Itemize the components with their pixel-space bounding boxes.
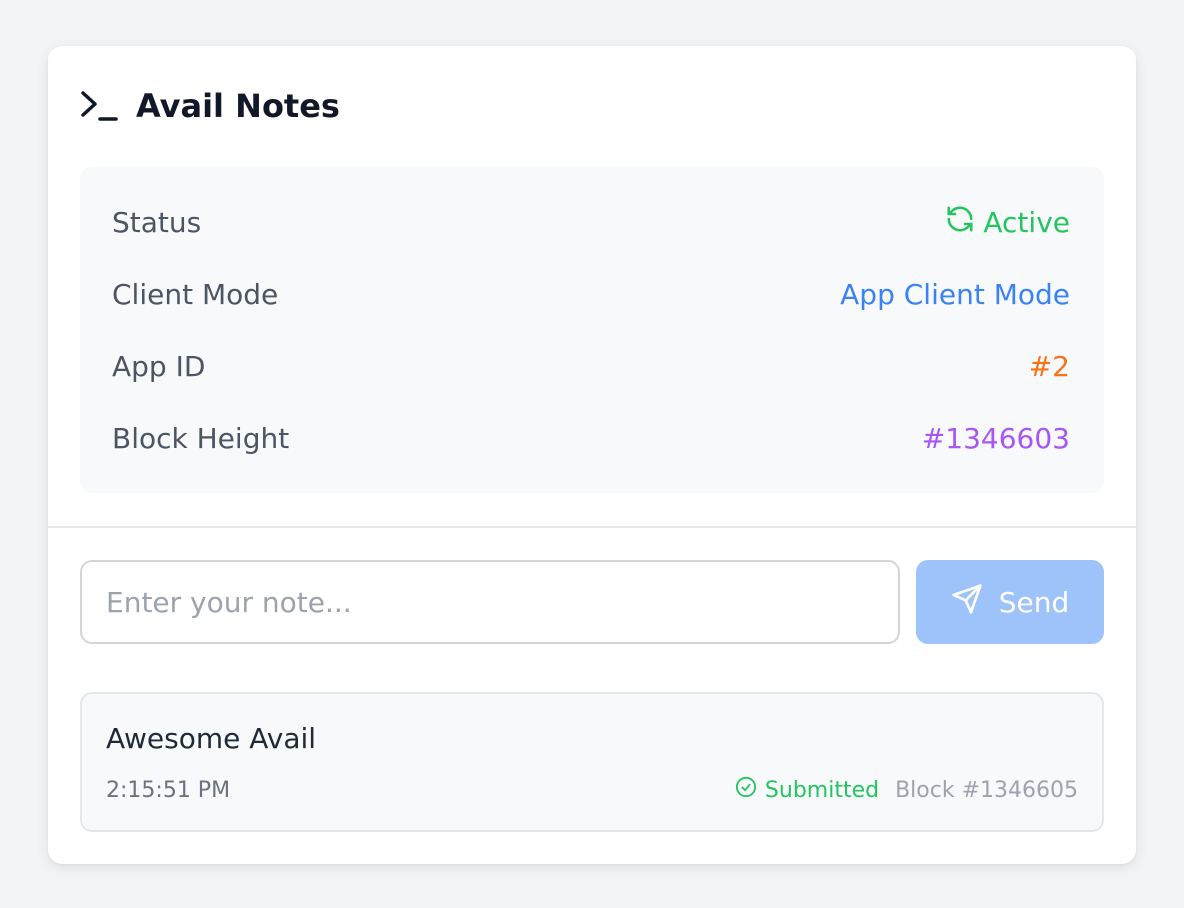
status-text: Active (983, 205, 1070, 239)
list-item: Awesome Avail 2:15:51 PM Submitted Block… (80, 692, 1104, 832)
status-label: Status (112, 205, 202, 239)
status-value: Active (945, 204, 1070, 241)
client-mode-label: Client Mode (112, 277, 279, 311)
info-row-block-height: Block Height #1346603 (112, 418, 1070, 458)
info-panel: Status Active Client Mode App Client Mod… (80, 167, 1104, 493)
note-meta: 2:15:51 PM Submitted Block #1346605 (106, 776, 1078, 804)
note-text: Awesome Avail (106, 722, 317, 755)
send-button[interactable]: Send (916, 560, 1104, 644)
info-row-app-id: App ID #2 (112, 346, 1070, 386)
note-meta-right: Submitted Block #1346605 (735, 776, 1078, 804)
send-label: Send (998, 585, 1070, 619)
send-icon (951, 583, 983, 622)
info-row-client-mode: Client Mode App Client Mode (112, 274, 1070, 314)
app-id-label: App ID (112, 349, 206, 383)
block-height-label: Block Height (112, 421, 290, 455)
note-input[interactable] (80, 560, 900, 644)
info-row-status: Status Active (112, 202, 1070, 242)
divider (48, 526, 1136, 528)
status-badge: Submitted (735, 776, 879, 804)
page-title: Avail Notes (136, 87, 340, 125)
check-circle-icon (735, 776, 757, 804)
note-timestamp: 2:15:51 PM (106, 777, 231, 803)
note-status-text: Submitted (764, 777, 880, 803)
card-header: Avail Notes (80, 84, 340, 128)
app-id-value: #2 (1028, 349, 1070, 383)
refresh-icon (945, 204, 975, 241)
block-height-value: #1346603 (921, 421, 1070, 455)
client-mode-value: App Client Mode (840, 277, 1070, 311)
terminal-icon (80, 89, 118, 123)
note-block: Block #1346605 (895, 777, 1078, 803)
notes-card: Avail Notes Status Active Client Mode Ap… (48, 46, 1136, 864)
